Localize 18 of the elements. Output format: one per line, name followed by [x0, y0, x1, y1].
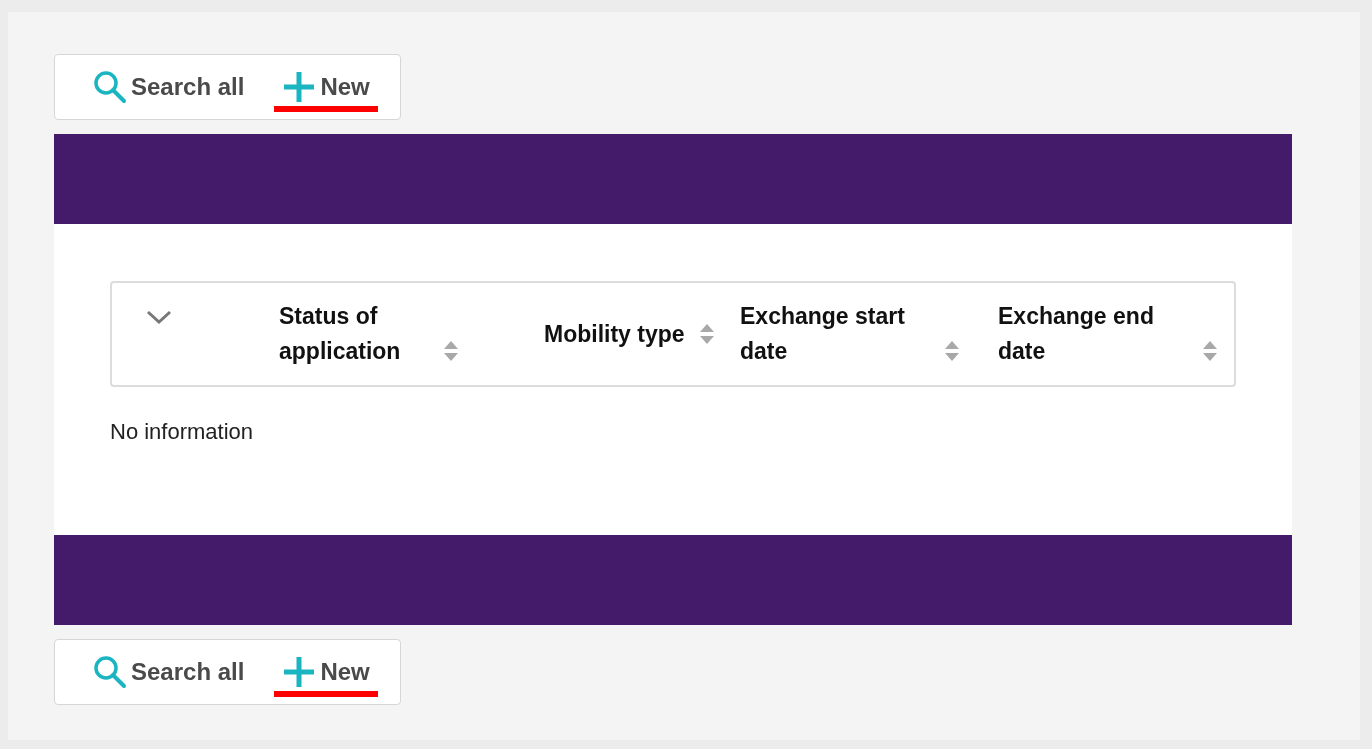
empty-message: No information — [110, 419, 254, 445]
new-button[interactable]: New — [274, 647, 378, 697]
search-icon — [93, 70, 127, 104]
column-header[interactable]: Mobility type — [544, 316, 685, 352]
search-icon — [93, 655, 127, 689]
column-header[interactable]: Exchange end date — [998, 299, 1188, 369]
chevron-down-icon[interactable] — [146, 309, 172, 325]
search-all-button[interactable]: Search all — [85, 647, 253, 697]
plus-icon — [282, 70, 317, 104]
sort-icon[interactable] — [1202, 340, 1218, 362]
column-header[interactable]: Status of application — [279, 299, 429, 369]
sort-icon[interactable] — [944, 340, 960, 362]
column-header[interactable]: Exchange start date — [740, 299, 930, 369]
sort-icon[interactable] — [698, 322, 715, 345]
search-all-button[interactable]: Search all — [85, 62, 253, 112]
new-button[interactable]: New — [274, 62, 378, 112]
sort-icon[interactable] — [443, 340, 459, 362]
plus-icon — [282, 655, 317, 689]
